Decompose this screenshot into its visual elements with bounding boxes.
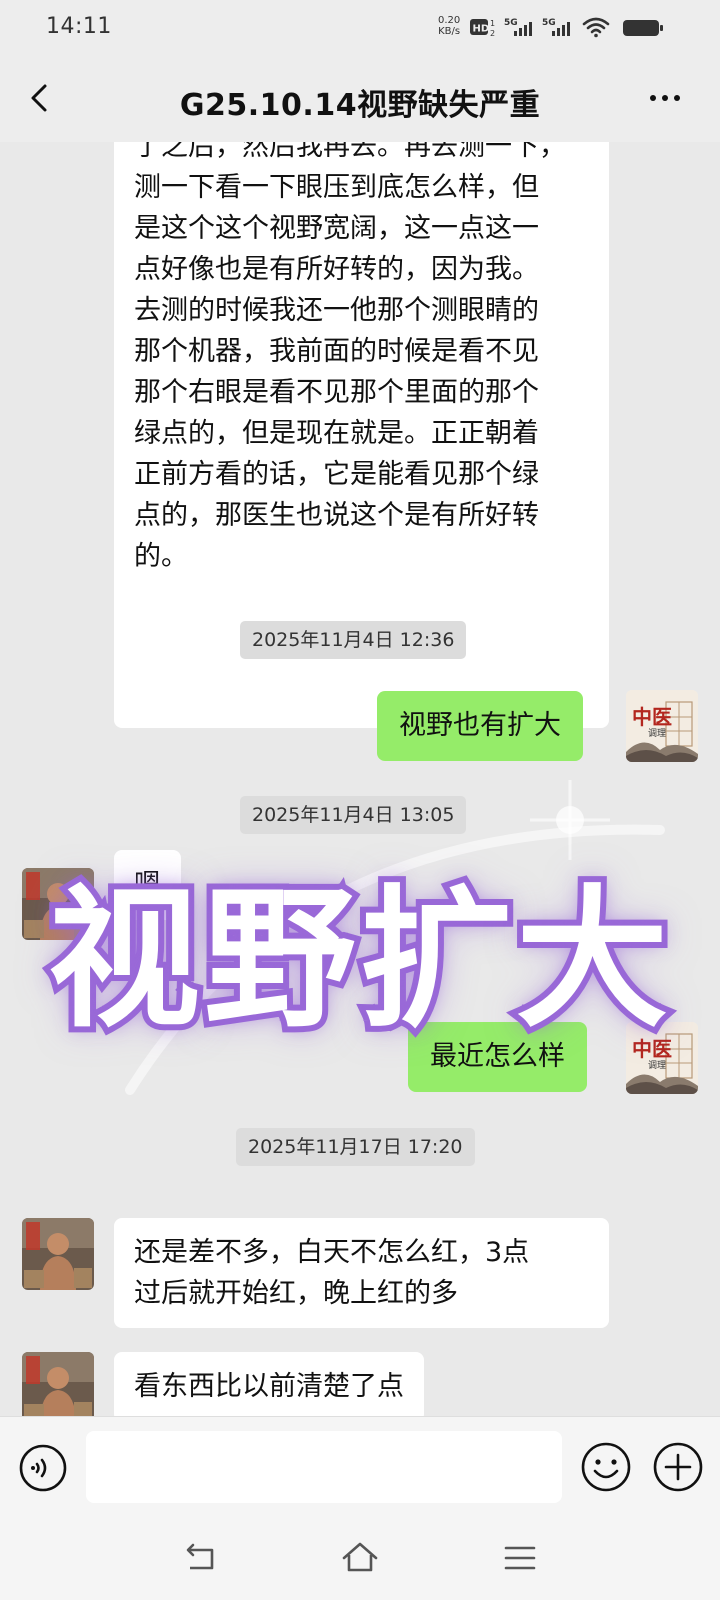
message-bubble-incoming[interactable]: 看东西比以前清楚了点	[114, 1352, 424, 1416]
message-bubble-incoming[interactable]: 还是差不多，白天不怎么红，3点 过后就开始红，晚上红的多	[114, 1218, 609, 1328]
network-speed: 0.20 KB/s	[438, 15, 460, 37]
more-dots-icon[interactable]	[640, 78, 690, 118]
message-line: 正前方看的话，它是能看见那个绿	[134, 459, 539, 490]
message-line: 是这个这个视野宽阔，这一点这一	[134, 213, 539, 244]
message-line: 了之后，然后我再去。再去测一下，	[134, 142, 566, 162]
avatar-sub: 调理	[648, 728, 666, 739]
message-line: 测一下看一下眼压到底怎么样，但	[134, 172, 539, 203]
input-bar	[0, 1416, 720, 1516]
network-speed-unit: KB/s	[438, 26, 461, 37]
message-line: 的。	[134, 541, 188, 572]
svg-text:HD: HD	[473, 24, 490, 35]
chat-title: G25.10.14视野缺失严重	[179, 88, 541, 123]
my-avatar-image: 中医 调理	[626, 690, 698, 762]
battery-icon	[623, 20, 663, 36]
plus-icon[interactable]	[652, 1441, 704, 1493]
message-line: 过后就开始红，晚上红的多	[134, 1278, 458, 1309]
avatar-badge: 中医	[632, 705, 672, 729]
back-arrow-icon[interactable]	[20, 78, 60, 118]
message-line: 还是差不多，白天不怎么红，3点	[134, 1237, 530, 1268]
message-timestamp: 2025年11月4日 13:05	[240, 796, 467, 834]
hd-icon: HD 1 2	[470, 19, 495, 38]
message-line: 点好像也是有所好转的，因为我。	[134, 254, 539, 285]
contact-avatar[interactable]	[22, 1352, 94, 1416]
svg-text:5G: 5G	[542, 18, 556, 28]
chat-messages-area[interactable]: 了之后，然后我再去。再去测一下， 测一下看一下眼压到底怎么样，但 是这个这个视野…	[0, 142, 720, 1416]
message-input[interactable]	[86, 1431, 562, 1503]
status-clock: 14:11	[46, 14, 112, 39]
message-line: 点的，那医生也说这个是有所好转	[134, 500, 539, 531]
wifi-icon	[582, 17, 610, 38]
message-line: 那个机器，我前面的时候是看不见	[134, 336, 539, 367]
home-icon[interactable]	[340, 1538, 380, 1578]
contact-avatar-image	[22, 1218, 94, 1290]
my-avatar[interactable]: 中医 调理	[626, 690, 698, 762]
system-nav-bar	[0, 1516, 720, 1600]
voice-icon[interactable]	[18, 1443, 68, 1493]
chat-header: G25.10.14视野缺失严重	[0, 56, 720, 142]
contact-avatar-image	[22, 1352, 94, 1416]
message-line: 去测的时候我还一他那个测眼睛的	[134, 295, 539, 326]
message-timestamp: 2025年11月17日 17:20	[236, 1128, 475, 1166]
menu-icon[interactable]	[500, 1538, 540, 1578]
message-line: 绿点的，但是现在就是。正正朝着	[134, 418, 539, 449]
message-bubble-outgoing[interactable]: 视野也有扩大	[377, 691, 583, 761]
message-timestamp: 2025年11月4日 12:36	[240, 621, 467, 659]
svg-text:5G: 5G	[504, 18, 518, 28]
contact-avatar[interactable]	[22, 1218, 94, 1290]
signal-5g-icon: 5G	[504, 18, 532, 36]
emoji-icon[interactable]	[580, 1441, 632, 1493]
status-bar: 14:11 0.20 KB/s HD 1 2 5G 5G	[0, 0, 720, 56]
message-line: 那个右眼是看不见那个里面的那个	[134, 377, 539, 408]
network-speed-value: 0.20	[438, 15, 461, 26]
signal-5g-icon: 5G	[542, 18, 570, 36]
svg-text:2: 2	[490, 29, 495, 38]
overlay-caption: 视野扩大	[42, 869, 674, 1051]
avatar-sub: 调理	[648, 1060, 666, 1071]
svg-text:1: 1	[490, 19, 495, 28]
back-nav-icon[interactable]	[180, 1538, 220, 1578]
